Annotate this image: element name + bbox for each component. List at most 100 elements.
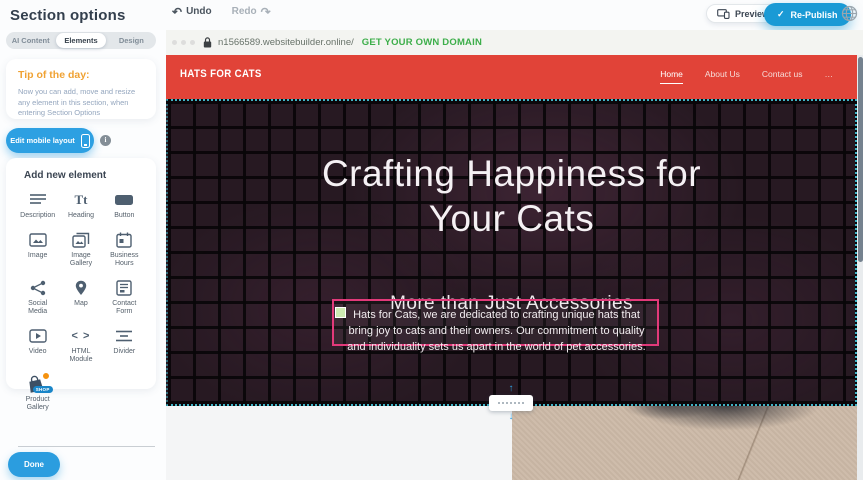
republish-label: Re-Publish: [791, 10, 838, 20]
new-badge-icon: [42, 372, 50, 380]
palette-item-social-media[interactable]: Social Media: [16, 279, 59, 316]
hero-heading[interactable]: Crafting Happiness for Your Cats: [168, 151, 855, 241]
palette-label: Heading: [68, 212, 94, 220]
preview-scrollbar-thumb[interactable]: [858, 57, 863, 262]
product-gallery-icon: SHOP: [27, 375, 49, 393]
app-window: Section options ↶ Undo Redo ↷ Preview ✓ …: [0, 0, 863, 480]
resize-grip-dots: [498, 402, 524, 404]
tab-design[interactable]: Design: [107, 33, 156, 48]
hero-heading-line1: Crafting Happiness for: [168, 151, 855, 196]
check-icon: ✓: [777, 9, 785, 20]
palette-label: HTML Module: [61, 348, 101, 364]
next-section-photo: [512, 406, 857, 480]
tab-elements[interactable]: Elements: [56, 33, 105, 48]
add-element-title: Add new element: [24, 170, 146, 181]
undo-icon: ↶: [172, 7, 182, 17]
html-module-icon: < >: [72, 327, 91, 345]
video-icon: [29, 327, 47, 345]
resize-down-arrow-icon: ↓: [506, 412, 516, 422]
palette-label: Button: [114, 212, 134, 220]
redo-icon: ↷: [261, 7, 271, 17]
sidebar: AI Content Elements Design Tip of the da…: [0, 30, 166, 480]
palette-item-map[interactable]: Map: [59, 279, 102, 316]
sidebar-divider: [18, 446, 155, 447]
mobile-phone-icon: [81, 134, 90, 148]
divider-icon: [115, 327, 133, 345]
lock-icon: [203, 37, 212, 48]
nav-more-ellipsis[interactable]: …: [825, 69, 834, 84]
element-drag-handle[interactable]: [335, 307, 346, 318]
nav-about-us[interactable]: About Us: [705, 69, 740, 84]
palette-label: Divider: [113, 348, 135, 356]
palette-label: Business Hours: [104, 252, 144, 268]
get-domain-link[interactable]: GET YOUR OWN DOMAIN: [362, 37, 482, 48]
palette-item-divider[interactable]: Divider: [103, 327, 146, 364]
redo-button[interactable]: Redo ↷: [232, 6, 271, 17]
hero-paragraph: Hats for Cats, we are dedicated to craft…: [334, 301, 657, 355]
palette-item-product-gallery[interactable]: SHOP Product Gallery: [16, 375, 59, 412]
redo-label: Redo: [232, 6, 257, 17]
palette-label: Map: [74, 300, 88, 308]
site-url: n1566589.websitebuilder.online/: [218, 37, 354, 48]
site-nav: Home About Us Contact us …: [660, 69, 833, 84]
hero-paragraph-selection[interactable]: Hats for Cats, we are dedicated to craft…: [332, 299, 659, 346]
palette-label: Social Media: [18, 300, 58, 316]
element-palette: Description Tt Heading Button Ima: [16, 191, 146, 412]
palette-item-contact-form[interactable]: Contact Form: [103, 279, 146, 316]
site-logo[interactable]: HATS FOR CATS: [180, 68, 262, 80]
sidebar-tabbar: AI Content Elements Design: [6, 32, 156, 49]
browser-chrome: n1566589.websitebuilder.online/ GET YOUR…: [166, 30, 863, 55]
hero-heading-line2: Your Cats: [168, 196, 855, 241]
palette-item-business-hours[interactable]: Business Hours: [103, 231, 146, 268]
edit-mobile-label: Edit mobile layout: [10, 136, 75, 145]
hero-section-selected[interactable]: Crafting Happiness for Your Cats More th…: [166, 99, 857, 406]
contact-form-icon: [116, 279, 132, 297]
image-icon: [29, 231, 47, 249]
shop-badge: SHOP: [33, 386, 53, 393]
undo-redo-group: ↶ Undo Redo ↷: [172, 6, 271, 17]
palette-item-heading[interactable]: Tt Heading: [59, 191, 102, 220]
tip-body: Now you can add, move and resize any ele…: [18, 87, 144, 119]
window-dots-icon: [172, 40, 195, 45]
palette-item-button[interactable]: Button: [103, 191, 146, 220]
business-hours-icon: [116, 231, 132, 249]
site-header: HATS FOR CATS Home About Us Contact us …: [166, 55, 857, 99]
button-icon: [114, 191, 134, 209]
add-element-panel: Add new element Description Tt Heading: [6, 158, 156, 389]
tab-ai-content[interactable]: AI Content: [6, 33, 55, 48]
preview-scrollbar: [857, 55, 863, 480]
palette-label: Image: [28, 252, 47, 260]
map-pin-icon: [75, 279, 87, 297]
top-toolbar: Section options ↶ Undo Redo ↷ Preview ✓ …: [0, 0, 863, 30]
palette-label: Video: [29, 348, 47, 356]
nav-home[interactable]: Home: [660, 69, 683, 84]
palette-item-image-gallery[interactable]: Image Gallery: [59, 231, 102, 268]
site-canvas: HATS FOR CATS Home About Us Contact us ……: [166, 55, 857, 480]
info-icon[interactable]: i: [100, 135, 111, 146]
section-resize-handle[interactable]: ↑ ↓: [489, 395, 533, 411]
resize-up-arrow-icon: ↑: [506, 384, 516, 394]
republish-button[interactable]: ✓ Re-Publish: [764, 3, 851, 26]
palette-item-description[interactable]: Description: [16, 191, 59, 220]
palette-label: Contact Form: [104, 300, 144, 316]
done-button[interactable]: Done: [8, 452, 60, 477]
palette-label: Product Gallery: [18, 396, 58, 412]
undo-label: Undo: [186, 6, 212, 17]
edit-mobile-layout-button[interactable]: Edit mobile layout: [6, 128, 94, 153]
image-gallery-icon: [72, 231, 90, 249]
tip-of-the-day-card: Tip of the day: Now you can add, move an…: [6, 59, 156, 119]
page-title: Section options: [10, 7, 126, 24]
nav-contact-us[interactable]: Contact us: [762, 69, 803, 84]
palette-label: Description: [20, 212, 55, 220]
tip-title: Tip of the day:: [18, 69, 144, 81]
heading-icon: Tt: [74, 191, 87, 209]
palette-item-image[interactable]: Image: [16, 231, 59, 268]
palette-label: Image Gallery: [61, 252, 101, 268]
devices-icon: [717, 9, 730, 19]
globe-language-icon[interactable]: [841, 5, 858, 22]
palette-item-html-module[interactable]: < > HTML Module: [59, 327, 102, 364]
description-icon: [29, 191, 47, 209]
undo-button[interactable]: ↶ Undo: [172, 6, 212, 17]
palette-item-video[interactable]: Video: [16, 327, 59, 364]
social-media-share-icon: [30, 279, 46, 297]
